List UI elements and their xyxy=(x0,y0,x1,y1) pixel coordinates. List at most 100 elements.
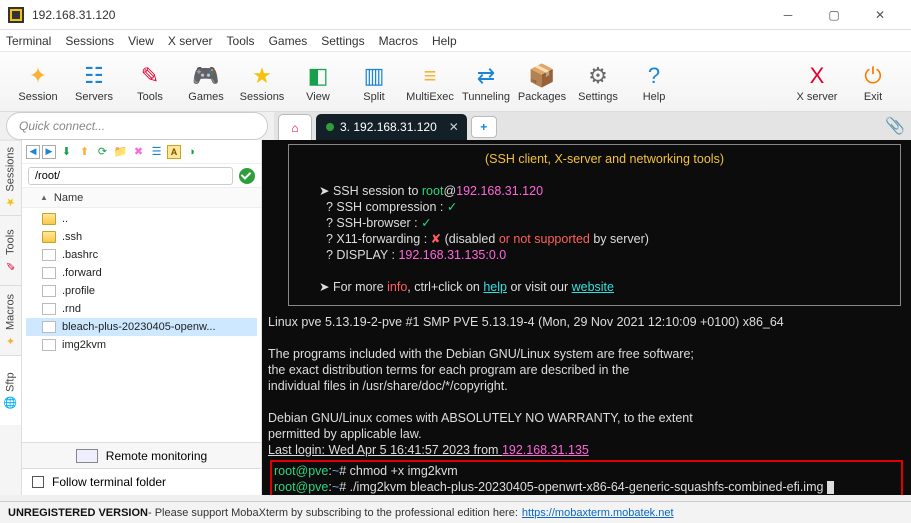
toolbar-tunneling-label: Tunneling xyxy=(458,91,514,103)
session-tab[interactable]: 3. 192.168.31.120 ✕ xyxy=(316,114,467,140)
menu-games[interactable]: Games xyxy=(269,34,308,48)
toolbar-help[interactable]: ?Help xyxy=(626,61,682,103)
sftp-props-icon[interactable]: ☰ xyxy=(149,144,164,159)
sftp-newfolder-icon[interactable]: 📁 xyxy=(113,144,128,159)
file-row[interactable]: bleach-plus-20230405-openw... xyxy=(26,318,257,336)
menu-terminal[interactable]: Terminal xyxy=(6,34,51,48)
title-bar: 192.168.31.120 ─ ▢ ✕ xyxy=(0,0,911,30)
toolbar-exit-label: Exit xyxy=(845,91,901,103)
menu-xserver[interactable]: X server xyxy=(168,34,213,48)
file-name: .. xyxy=(62,213,68,225)
toolbar-exit[interactable]: ⏻Exit xyxy=(845,61,901,103)
file-row[interactable]: .. xyxy=(26,210,257,228)
toolbar-x-server[interactable]: XX server xyxy=(789,61,845,103)
file-icon xyxy=(42,339,56,351)
toolbar-exit-icon: ⏻ xyxy=(845,61,901,91)
menu-view[interactable]: View xyxy=(128,34,154,48)
toolbar-settings-label: Settings xyxy=(570,91,626,103)
monitor-icon xyxy=(76,449,98,463)
follow-terminal-row[interactable]: Follow terminal folder xyxy=(22,469,261,495)
follow-checkbox[interactable] xyxy=(32,476,44,488)
file-row[interactable]: img2kvm xyxy=(26,336,257,354)
sftp-toolbar: ◀ ▶ ⬇ ⬆ ⟳ 📁 ✖ ☰ A ◑ xyxy=(22,140,261,164)
file-name: img2kvm xyxy=(62,339,106,351)
toolbar-session[interactable]: ✦Session xyxy=(10,61,66,103)
toolbar-packages-icon: 📦 xyxy=(514,61,570,91)
toolbar-split-label: Split xyxy=(346,91,402,103)
menu-tools[interactable]: Tools xyxy=(227,34,255,48)
toolbar-games[interactable]: 🎮Games xyxy=(178,61,234,103)
sftp-download-icon[interactable]: ⬇ xyxy=(59,144,74,159)
home-tab[interactable]: ⌂ xyxy=(278,114,312,140)
nav-back-button[interactable]: ◀ xyxy=(26,145,40,159)
status-left: UNREGISTERED VERSION xyxy=(8,507,148,519)
toolbar-games-icon: 🎮 xyxy=(178,61,234,91)
sidetab-sftp[interactable]: 🌐Sftp xyxy=(0,355,21,425)
toolbar-packages[interactable]: 📦Packages xyxy=(514,61,570,103)
sftp-upload-icon[interactable]: ⬆ xyxy=(77,144,92,159)
menu-macros[interactable]: Macros xyxy=(379,34,418,48)
tab-label: 3. 192.168.31.120 xyxy=(340,120,437,134)
status-mid: - Please support MobaXterm by subscribin… xyxy=(148,507,518,519)
sftp-path-input[interactable] xyxy=(28,167,233,185)
maximize-button[interactable]: ▢ xyxy=(811,0,857,30)
sidetab-macros[interactable]: ✦Macros xyxy=(0,285,21,355)
file-row[interactable]: .profile xyxy=(26,282,257,300)
new-tab-button[interactable]: + xyxy=(471,116,497,138)
toolbar-split-icon: ▥ xyxy=(346,61,402,91)
toolbar-view-icon: ◧ xyxy=(290,61,346,91)
toolbar-multiexec[interactable]: ≡MultiExec xyxy=(402,61,458,103)
term-line: Debian GNU/Linux comes with ABSOLUTELY N… xyxy=(268,410,905,426)
toolbar-servers[interactable]: ☷Servers xyxy=(66,61,122,103)
tab-close-icon[interactable]: ✕ xyxy=(449,120,459,134)
nav-fwd-button[interactable]: ▶ xyxy=(42,145,56,159)
ssh-compression-line: ? SSH compression : ✓ xyxy=(319,199,890,215)
file-name: .profile xyxy=(62,285,95,297)
display-line: ? DISPLAY : 192.168.31.135:0.0 xyxy=(319,247,890,263)
menu-help[interactable]: Help xyxy=(432,34,457,48)
sftp-text-icon[interactable]: A xyxy=(167,145,181,159)
window-title: 192.168.31.120 xyxy=(32,8,765,22)
minimize-button[interactable]: ─ xyxy=(765,0,811,30)
toolbar-sessions[interactable]: ★Sessions xyxy=(234,61,290,103)
quick-connect-row: Quick connect... ⌂ 3. 192.168.31.120 ✕ +… xyxy=(0,112,911,140)
sftp-file-list[interactable]: .. .ssh.bashrc .forward .profile .rnd bleach-… xyxy=(22,208,261,442)
terminal-view[interactable]: (SSH client, X-server and networking too… xyxy=(262,140,911,495)
toolbar-tools-icon: ✎ xyxy=(122,61,178,91)
sftp-column-header[interactable]: Name xyxy=(22,188,261,208)
file-name: bleach-plus-20230405-openw... xyxy=(62,321,216,333)
file-name: .forward xyxy=(62,267,102,279)
quick-connect-input[interactable]: Quick connect... xyxy=(6,112,268,140)
close-button[interactable]: ✕ xyxy=(857,0,903,30)
sftp-delete-icon[interactable]: ✖ xyxy=(131,144,146,159)
menu-settings[interactable]: Settings xyxy=(321,34,364,48)
file-row[interactable]: .ssh xyxy=(26,228,257,246)
toolbar-tools[interactable]: ✎Tools xyxy=(122,61,178,103)
paperclip-icon[interactable]: 📎 xyxy=(885,116,905,136)
info-line: ➤ For more info, ctrl+click on help or v… xyxy=(319,279,890,295)
tab-strip: ⌂ 3. 192.168.31.120 ✕ + 📎 xyxy=(274,112,911,140)
file-row[interactable]: .bashrc xyxy=(26,246,257,264)
term-line: Linux pve 5.13.19-2-pve #1 SMP PVE 5.13.… xyxy=(268,314,905,330)
folder-icon xyxy=(42,231,56,243)
toolbar-split[interactable]: ▥Split xyxy=(346,61,402,103)
toolbar-view[interactable]: ◧View xyxy=(290,61,346,103)
prompt-line-1: root@pve:~# chmod +x img2kvm xyxy=(274,463,899,479)
file-row[interactable]: .forward xyxy=(26,264,257,282)
toolbar-multiexec-label: MultiExec xyxy=(402,91,458,103)
remote-monitoring-button[interactable]: Remote monitoring xyxy=(22,443,261,469)
remote-monitoring-label: Remote monitoring xyxy=(106,449,207,463)
toolbar-tunneling[interactable]: ⇄Tunneling xyxy=(458,61,514,103)
last-login-line: Last login: Wed Apr 5 16:41:57 2023 from… xyxy=(268,442,905,458)
sftp-refresh-icon[interactable]: ⟳ xyxy=(95,144,110,159)
sidetab-tools[interactable]: ✎Tools xyxy=(0,215,21,285)
sftp-hidden-icon[interactable]: ◑ xyxy=(184,144,199,159)
sftp-path-row xyxy=(22,164,261,188)
file-row[interactable]: .rnd xyxy=(26,300,257,318)
menu-sessions[interactable]: Sessions xyxy=(65,34,114,48)
toolbar-packages-label: Packages xyxy=(514,91,570,103)
file-icon xyxy=(42,267,56,279)
status-link[interactable]: https://mobaxterm.mobatek.net xyxy=(522,507,674,519)
toolbar-settings[interactable]: ⚙Settings xyxy=(570,61,626,103)
sidetab-sessions[interactable]: ★Sessions xyxy=(0,140,21,215)
